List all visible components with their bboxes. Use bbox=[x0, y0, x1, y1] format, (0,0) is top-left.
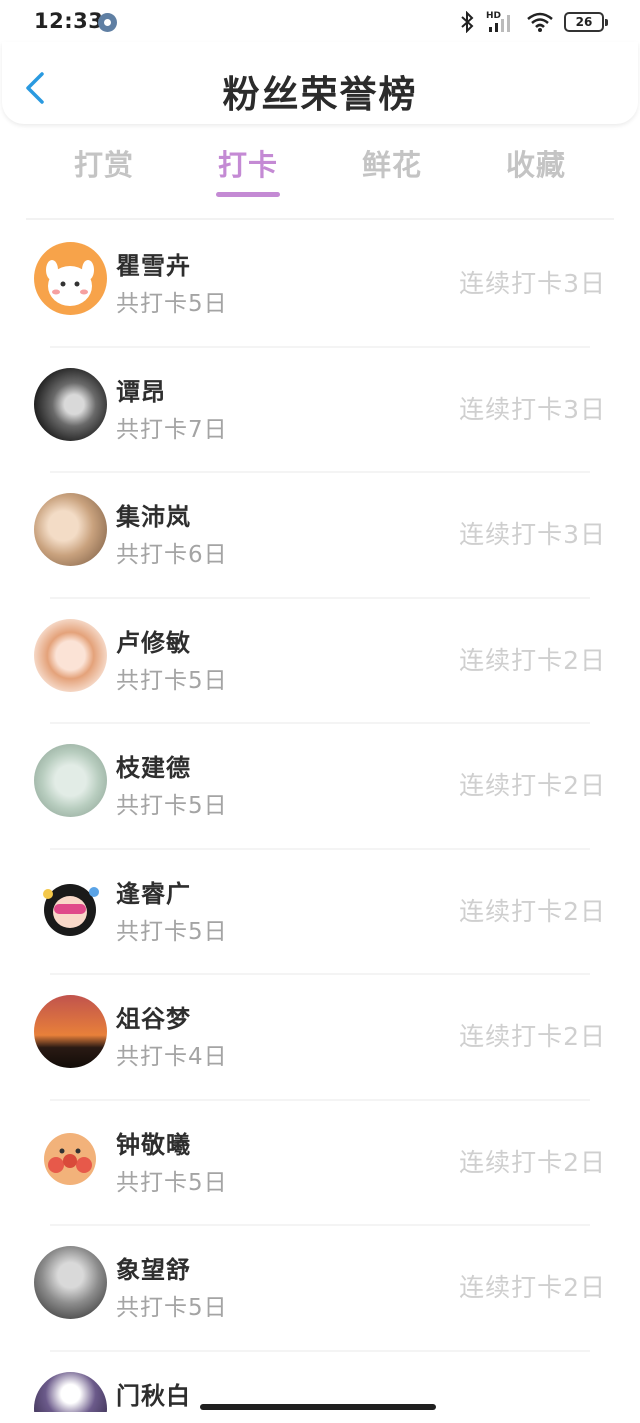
page-title: 粉丝荣誉榜 bbox=[222, 73, 418, 116]
active-tab-indicator bbox=[216, 192, 280, 197]
total-checkin-days: 共打卡5日 bbox=[116, 291, 228, 317]
tab-checkin[interactable]: 打卡 bbox=[188, 142, 308, 184]
list-item[interactable]: 俎谷梦 共打卡4日 连续打卡2日 bbox=[0, 975, 640, 1101]
user-name: 门秋白 bbox=[116, 1381, 191, 1410]
gear-icon bbox=[98, 13, 117, 32]
streak-days: 连续打卡2日 bbox=[459, 896, 606, 926]
list-item[interactable]: 谭昂 共打卡7日 连续打卡3日 bbox=[0, 348, 640, 473]
avatar[interactable] bbox=[34, 618, 107, 692]
list-item[interactable]: 门秋白 bbox=[0, 1352, 640, 1412]
signal-icon: HD bbox=[486, 11, 516, 33]
user-name: 谭昂 bbox=[116, 377, 166, 406]
avatar[interactable] bbox=[34, 367, 107, 441]
battery-icon: 26 bbox=[564, 12, 608, 32]
wifi-icon bbox=[527, 12, 553, 32]
streak-days: 连续打卡3日 bbox=[459, 269, 606, 298]
list-item[interactable]: 集沛岚 共打卡6日 连续打卡3日 bbox=[0, 473, 640, 599]
status-bar: 12:33 HD 26 bbox=[0, 0, 640, 46]
tab-favorites[interactable]: 收藏 bbox=[476, 142, 596, 184]
tab-bar: 打赏 打卡 鲜花 收藏 bbox=[0, 132, 640, 220]
status-icons: HD 26 bbox=[460, 10, 608, 34]
avatar[interactable] bbox=[34, 242, 107, 315]
total-checkin-days: 共打卡5日 bbox=[116, 918, 228, 945]
total-checkin-days: 共打卡5日 bbox=[116, 793, 228, 819]
avatar[interactable] bbox=[34, 1371, 107, 1412]
list-item[interactable]: 瞿雪卉 共打卡5日 连续打卡3日 bbox=[0, 222, 640, 348]
user-name: 钟敬曦 bbox=[116, 1130, 191, 1159]
total-checkin-days: 共打卡4日 bbox=[116, 1044, 228, 1070]
user-name: 逢睿广 bbox=[116, 879, 191, 908]
streak-days: 连续打卡3日 bbox=[459, 520, 606, 549]
list-item[interactable]: 逢睿广 共打卡5日 连续打卡2日 bbox=[0, 850, 640, 975]
total-checkin-days: 共打卡7日 bbox=[116, 416, 228, 443]
status-time: 12:33 bbox=[34, 9, 104, 33]
user-name: 象望舒 bbox=[116, 1256, 191, 1284]
streak-days: 连续打卡2日 bbox=[459, 771, 606, 800]
tab-flowers[interactable]: 鲜花 bbox=[332, 142, 452, 184]
battery-level: 26 bbox=[575, 15, 593, 29]
user-name: 瞿雪卉 bbox=[116, 252, 191, 280]
avatar[interactable] bbox=[34, 744, 107, 817]
streak-days: 连续打卡2日 bbox=[459, 645, 606, 675]
total-checkin-days: 共打卡5日 bbox=[116, 667, 228, 694]
avatar[interactable] bbox=[34, 493, 107, 566]
total-checkin-days: 共打卡5日 bbox=[116, 1295, 228, 1321]
user-name: 卢修敏 bbox=[116, 628, 191, 657]
streak-days: 连续打卡3日 bbox=[459, 394, 606, 424]
streak-days: 连续打卡2日 bbox=[459, 1147, 606, 1177]
bluetooth-icon bbox=[461, 11, 474, 33]
avatar[interactable] bbox=[34, 1120, 107, 1194]
list-item[interactable]: 卢修敏 共打卡5日 连续打卡2日 bbox=[0, 599, 640, 724]
list-item[interactable]: 象望舒 共打卡5日 连续打卡2日 bbox=[0, 1226, 640, 1352]
divider bbox=[26, 218, 614, 220]
home-indicator[interactable] bbox=[200, 1404, 436, 1410]
streak-days: 连续打卡2日 bbox=[459, 1273, 606, 1302]
tab-reward[interactable]: 打赏 bbox=[44, 142, 164, 184]
avatar[interactable] bbox=[34, 995, 107, 1068]
streak-days: 连续打卡2日 bbox=[459, 1022, 606, 1051]
avatar[interactable] bbox=[34, 1246, 107, 1319]
fan-list: 瞿雪卉 共打卡5日 连续打卡3日 谭昂 共打卡7日 连续打卡3日 集沛岚 共打卡… bbox=[0, 222, 640, 1412]
user-name: 枝建德 bbox=[116, 754, 191, 782]
avatar[interactable] bbox=[34, 869, 107, 943]
total-checkin-days: 共打卡5日 bbox=[116, 1169, 228, 1196]
list-item[interactable]: 钟敬曦 共打卡5日 连续打卡2日 bbox=[0, 1101, 640, 1226]
total-checkin-days: 共打卡6日 bbox=[116, 542, 228, 568]
list-item[interactable]: 枝建德 共打卡5日 连续打卡2日 bbox=[0, 724, 640, 850]
header: 粉丝荣誉榜 bbox=[2, 42, 638, 124]
user-name: 俎谷梦 bbox=[116, 1005, 191, 1033]
user-name: 集沛岚 bbox=[116, 503, 191, 531]
